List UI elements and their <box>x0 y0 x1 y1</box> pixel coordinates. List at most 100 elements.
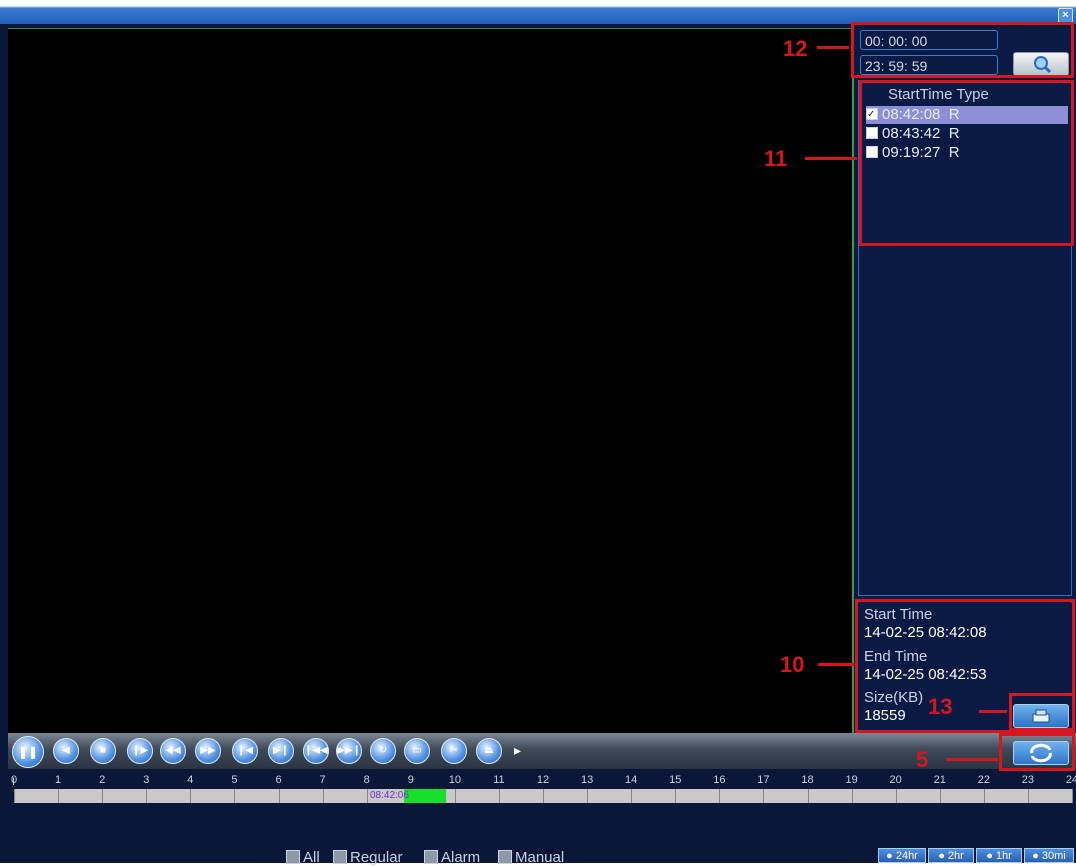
hour-tick-label: 7 <box>319 774 326 786</box>
hour-tick-label: 18 <box>801 774 814 786</box>
fast-forward-button[interactable]: ▶▶ <box>195 738 221 764</box>
annotation-line <box>979 710 1007 713</box>
hour-tick <box>146 789 148 803</box>
hour-tick-label: 19 <box>845 774 858 786</box>
hour-tick <box>895 789 897 803</box>
zoom-30min-button[interactable]: ● 30mi <box>1024 848 1074 863</box>
annotation-number-10: 10 <box>780 652 805 677</box>
hour-tick-label: 6 <box>275 774 282 786</box>
annotation-number-13: 13 <box>928 694 953 719</box>
hour-tick <box>14 789 15 803</box>
hour-tick <box>807 789 809 803</box>
hour-tick-label: 15 <box>669 774 682 786</box>
play-backward-button[interactable]: ◀ <box>53 738 79 764</box>
hour-tick-label: 10 <box>448 774 461 786</box>
fast-backward-button[interactable]: ◀◀ <box>160 738 186 764</box>
close-button[interactable]: × <box>1058 8 1073 23</box>
hour-tick-label: 11 <box>493 774 505 786</box>
filter-checkbox[interactable] <box>333 850 347 865</box>
next-frame-button[interactable]: ▶❙ <box>268 738 294 764</box>
clip-button[interactable]: ✂ <box>441 738 467 764</box>
zoom-24hr-button[interactable]: ● 24hr <box>878 848 926 863</box>
pause-icon: ❚❚ <box>17 745 39 759</box>
previous-file-icon: ❙◀◀ <box>304 745 328 756</box>
video-display[interactable] <box>8 28 854 733</box>
hour-tick <box>851 789 853 803</box>
previous-frame-icon: ❙◀ <box>236 745 254 756</box>
stop-icon: ■ <box>99 745 107 756</box>
hour-tick <box>1027 789 1029 803</box>
annotation-line <box>817 46 849 49</box>
previous-frame-button[interactable]: ❙◀ <box>232 738 258 764</box>
fullscreen-button[interactable]: ▭ <box>404 738 430 764</box>
hour-tick <box>234 789 236 803</box>
loop-icon: ↻ <box>378 745 388 756</box>
filter-checkbox[interactable] <box>424 850 438 865</box>
annotation-line <box>805 157 857 160</box>
next-file-icon: ▶▶❙ <box>337 745 361 756</box>
hour-tick <box>366 789 368 803</box>
filter-regular[interactable]: Regular <box>333 849 403 866</box>
hour-tick-label: 23 <box>1021 774 1035 786</box>
hour-tick-label: 24 <box>1065 774 1076 786</box>
hour-tick-label: 13 <box>580 774 594 786</box>
filter-checkbox[interactable] <box>498 850 512 865</box>
hour-tick <box>454 789 456 803</box>
hour-tick <box>631 789 633 803</box>
zoom-2hr-button[interactable]: ● 2hr <box>928 848 974 863</box>
pause-button[interactable]: ❚❚ <box>12 736 44 768</box>
hour-tick <box>190 789 192 803</box>
filter-checkbox[interactable] <box>286 850 300 865</box>
loop-button[interactable]: ↻ <box>370 738 396 764</box>
hour-tick-label: 20 <box>889 774 902 786</box>
zoom-label: 2hr <box>947 850 964 862</box>
filter-manual[interactable]: Manual <box>498 849 564 866</box>
hour-tick-label: 12 <box>536 774 550 786</box>
hour-tick <box>58 789 60 803</box>
zoom-label: 30mi <box>1041 850 1066 862</box>
previous-file-button[interactable]: ❙◀◀ <box>303 738 329 764</box>
hour-tick <box>983 789 985 803</box>
hour-tick-label: 0 <box>10 774 18 786</box>
filter-label: Regular <box>350 849 403 866</box>
annotation-number-5: 5 <box>916 747 929 772</box>
next-frame-icon: ▶❙ <box>272 745 290 756</box>
hour-tick <box>587 789 589 803</box>
zoom-label: 1hr <box>995 850 1012 862</box>
slow-play-button[interactable]: ❙▶ <box>127 738 153 764</box>
hour-tick-label: 3 <box>143 774 150 786</box>
stop-button[interactable]: ■ <box>90 738 116 764</box>
expand-arrow-icon[interactable]: ▸ <box>514 742 521 759</box>
hour-tick <box>675 789 677 803</box>
filter-label: Manual <box>515 849 565 866</box>
annotation-number-12: 12 <box>783 36 808 61</box>
fast-forward-icon: ▶▶ <box>200 745 216 756</box>
annotation-box-13 <box>1009 693 1075 731</box>
hour-tick-label: 16 <box>713 774 726 786</box>
annotation-number-11: 11 <box>764 146 788 171</box>
annotation-line <box>946 758 998 761</box>
hour-tick <box>1072 789 1073 803</box>
hour-tick-label: 4 <box>187 774 194 786</box>
fullscreen-icon: ▭ <box>412 745 422 756</box>
filter-label: Alarm <box>441 849 481 866</box>
hour-tick <box>498 789 500 803</box>
filter-alarm[interactable]: Alarm <box>424 849 480 866</box>
hour-tick <box>719 789 721 803</box>
recording-segment[interactable] <box>404 789 446 803</box>
segment-time-label: 08:42:06 <box>370 790 409 801</box>
slow-play-icon: ❙▶ <box>131 745 149 756</box>
fast-backward-icon: ◀◀ <box>165 745 181 756</box>
hour-tick-label: 1 <box>55 774 62 786</box>
hour-tick <box>278 789 280 803</box>
hour-tick <box>939 789 941 803</box>
hour-tick-label: 8 <box>363 774 370 786</box>
hour-tick-label: 5 <box>231 774 238 786</box>
annotation-line <box>818 663 854 666</box>
filter-label: All <box>303 849 320 866</box>
zoom-1hr-button[interactable]: ● 1hr <box>976 848 1022 863</box>
hour-tick-label: 14 <box>625 774 638 786</box>
backup-clip-button[interactable]: ⏏ <box>476 738 502 764</box>
next-file-button[interactable]: ▶▶❙ <box>336 738 362 764</box>
filter-all[interactable]: All <box>286 849 320 866</box>
